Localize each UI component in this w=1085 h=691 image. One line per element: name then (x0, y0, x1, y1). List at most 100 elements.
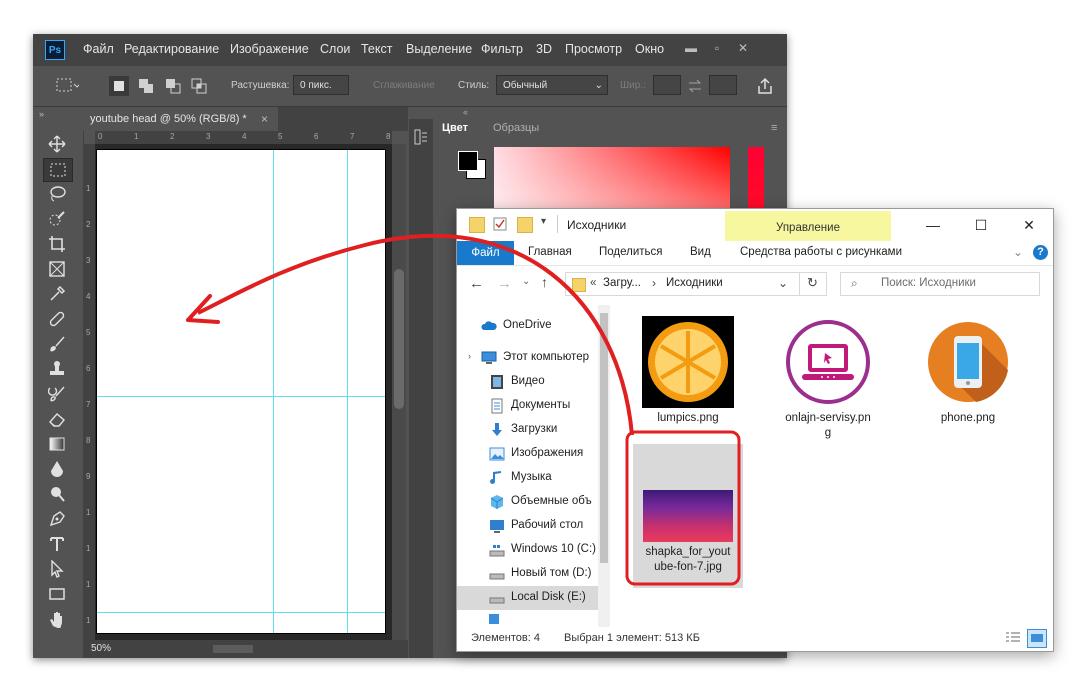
file-item[interactable]: onlajn-servisy.pn g (773, 316, 883, 441)
nav-item-desktop[interactable]: Рабочий стол (457, 514, 607, 538)
file-item-selected[interactable]: shapka_for_yout ube-fon-7.jpg (633, 444, 743, 588)
tab-home[interactable]: Главная (528, 246, 572, 258)
nav-item-drive-d[interactable]: Новый том (D:) (457, 562, 607, 586)
type-tool-icon[interactable] (43, 533, 71, 555)
guide-horizontal[interactable] (97, 396, 385, 397)
h-scroll-thumb[interactable] (213, 645, 253, 653)
search-box[interactable]: ⌕ Поиск: Исходники (840, 272, 1040, 296)
expand-icon[interactable]: » (39, 109, 44, 119)
tab-color[interactable]: Цвет (442, 122, 468, 134)
refresh-icon[interactable]: ↻ (807, 275, 818, 291)
expand-arrow-icon[interactable]: › (468, 351, 471, 361)
clone-stamp-tool-icon[interactable] (43, 358, 71, 380)
ps-minimize-icon[interactable]: ▬ (681, 40, 701, 56)
menu-edit[interactable]: Редактирование (124, 42, 219, 56)
maximize-button[interactable]: ☐ (961, 213, 1001, 237)
feather-input[interactable]: 0 пикс. (293, 75, 349, 95)
nav-item-drive-e[interactable]: Local Disk (E:) (457, 586, 598, 610)
add-selection-icon[interactable] (136, 76, 156, 96)
menu-select[interactable]: Выделение (406, 42, 472, 56)
menu-filter[interactable]: Фильтр (481, 42, 523, 56)
tab-picture-tools[interactable]: Средства работы с рисунками (740, 246, 902, 258)
new-folder-icon[interactable] (517, 217, 533, 233)
large-icons-view-icon[interactable] (1027, 629, 1047, 648)
lasso-tool-icon[interactable] (43, 183, 71, 205)
properties-icon[interactable] (493, 217, 507, 231)
history-brush-tool-icon[interactable] (43, 383, 71, 405)
dodge-tool-icon[interactable] (43, 483, 71, 505)
guide-vertical[interactable] (273, 150, 274, 633)
move-tool-icon[interactable] (43, 133, 71, 155)
file-item[interactable]: lumpics.png (633, 316, 743, 426)
collapse-panels-icon[interactable]: « (463, 107, 468, 117)
nav-item-downloads[interactable]: Загрузки (457, 418, 607, 442)
back-icon[interactable]: ← (469, 275, 484, 292)
menu-file[interactable]: Файл (83, 42, 114, 56)
tab-file[interactable]: Файл (457, 241, 514, 265)
frame-tool-icon[interactable] (43, 258, 71, 280)
address-bar[interactable]: « Загру... › Исходники ⌄ ↻ (565, 272, 827, 296)
menu-3d[interactable]: 3D (536, 42, 552, 56)
share-icon[interactable] (755, 76, 775, 96)
minimize-button[interactable]: — (913, 213, 953, 237)
breadcrumb-downloads[interactable]: Загру... (603, 277, 641, 289)
healing-brush-tool-icon[interactable] (43, 308, 71, 330)
ps-close-icon[interactable]: ✕ (733, 40, 753, 56)
marquee-preset-icon[interactable] (55, 76, 81, 96)
marquee-tool-icon[interactable] (43, 158, 73, 182)
nav-scrollbar[interactable] (598, 305, 610, 627)
eyedropper-tool-icon[interactable] (43, 283, 71, 305)
menu-window[interactable]: Окно (635, 42, 664, 56)
guide-vertical[interactable] (347, 150, 348, 633)
file-item[interactable]: phone.png (913, 316, 1023, 426)
gradient-tool-icon[interactable] (43, 433, 71, 455)
brush-tool-icon[interactable] (43, 333, 71, 355)
search-input[interactable]: Поиск: Исходники (881, 277, 976, 289)
quick-selection-tool-icon[interactable] (43, 208, 71, 230)
canvas-area[interactable] (95, 144, 392, 642)
menu-type[interactable]: Текст (361, 42, 392, 56)
breadcrumb-separator[interactable]: › (652, 276, 656, 290)
pen-tool-icon[interactable] (43, 508, 71, 530)
nav-item-music[interactable]: Музыка (457, 466, 607, 490)
menu-image[interactable]: Изображение (230, 42, 309, 56)
rectangle-tool-icon[interactable] (43, 583, 71, 605)
address-overflow[interactable]: « (590, 277, 596, 289)
zoom-level[interactable]: 50% (91, 643, 111, 654)
forward-icon[interactable]: → (497, 275, 512, 292)
panel-menu-icon[interactable]: ≡ (771, 122, 777, 134)
hand-tool-icon[interactable] (43, 608, 71, 630)
ps-maximize-icon[interactable]: ▫ (707, 40, 727, 56)
subtract-selection-icon[interactable] (163, 76, 183, 96)
ribbon-expand-icon[interactable]: ⌄ (1013, 245, 1023, 259)
tab-view[interactable]: Вид (690, 246, 711, 258)
nav-scroll-thumb[interactable] (600, 313, 608, 563)
menu-view[interactable]: Просмотр (565, 42, 622, 56)
crop-tool-icon[interactable] (43, 233, 71, 255)
blur-tool-icon[interactable] (43, 458, 71, 480)
details-view-icon[interactable] (1005, 631, 1021, 645)
nav-item-pictures[interactable]: Изображения (457, 442, 607, 466)
intersect-selection-icon[interactable] (189, 76, 209, 96)
document-canvas[interactable] (96, 149, 386, 634)
photoshop-logo-icon[interactable]: Ps (45, 40, 65, 60)
guide-horizontal[interactable] (97, 612, 385, 613)
up-icon[interactable]: ↑ (541, 274, 548, 290)
menu-layers[interactable]: Слои (320, 42, 350, 56)
quick-access-dropdown-icon[interactable]: ▾ (541, 216, 546, 227)
style-select[interactable]: Обычный ⌄ (496, 75, 608, 95)
path-selection-tool-icon[interactable] (43, 558, 71, 580)
foreground-color-swatch[interactable] (458, 151, 478, 171)
address-dropdown-icon[interactable]: ⌄ (778, 276, 788, 290)
antialias-checkbox[interactable]: Сглаживание (373, 80, 435, 91)
nav-item-video[interactable]: Видео (457, 370, 607, 394)
height-input[interactable] (709, 75, 737, 95)
new-selection-icon[interactable] (109, 76, 129, 96)
tab-swatches[interactable]: Образцы (493, 122, 539, 134)
close-tab-icon[interactable]: × (261, 112, 268, 126)
scroll-thumb[interactable] (394, 269, 404, 409)
nav-item-3d-objects[interactable]: Объемные объ (457, 490, 607, 514)
close-button[interactable]: ✕ (1009, 213, 1049, 237)
manage-context-tab[interactable]: Управление (725, 211, 891, 241)
vertical-scrollbar[interactable] (392, 144, 406, 642)
